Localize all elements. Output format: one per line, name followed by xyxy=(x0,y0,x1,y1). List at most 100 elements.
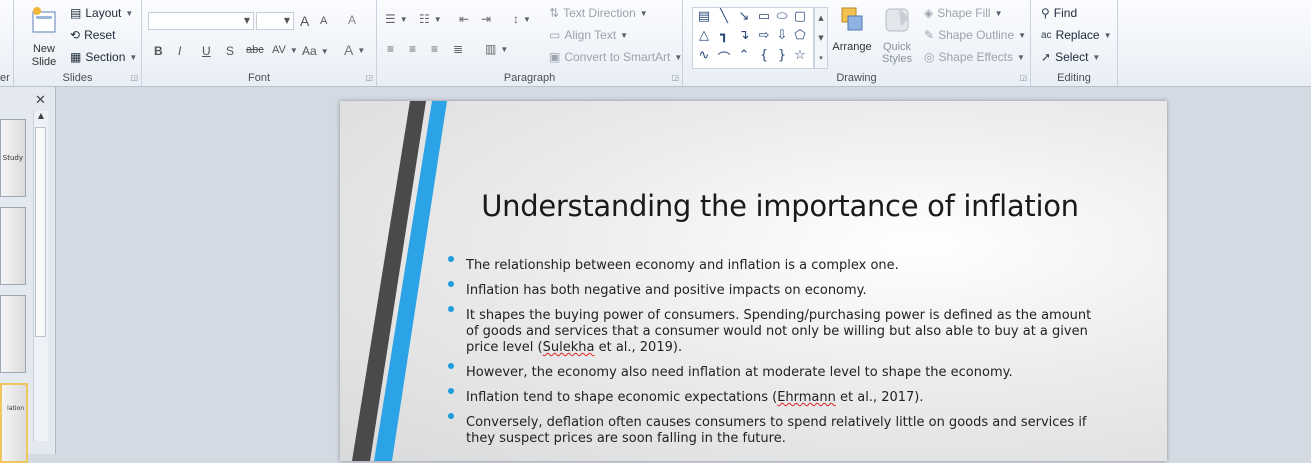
slide-thumbnail-1[interactable]: Study xyxy=(0,119,26,197)
right-arrow-shape-icon[interactable]: ⇨ xyxy=(755,28,773,43)
dialog-launcher-icon[interactable]: ◲ xyxy=(1019,73,1027,82)
right-brace-shape-icon[interactable]: } xyxy=(773,48,791,63)
bullet-list[interactable]: The relationship between economy and inf… xyxy=(448,256,1098,456)
chevron-up-icon[interactable]: ▲ xyxy=(815,8,827,28)
binoculars-icon: ⚲ xyxy=(1041,6,1050,20)
align-text-label: Align Text xyxy=(564,28,617,42)
find-button[interactable]: ⚲ Find xyxy=(1041,6,1077,20)
arrange-icon xyxy=(841,7,863,31)
line-spacing-button[interactable]: ↕ ▼ xyxy=(513,12,531,26)
columns-button[interactable]: ▥ ▼ xyxy=(485,42,508,56)
rounded-rect-shape-icon[interactable]: ▢ xyxy=(791,9,809,24)
new-slide-label: New Slide xyxy=(31,43,57,68)
convert-smartart-button[interactable]: ▣ Convert to SmartArt ▼ xyxy=(549,50,682,64)
curve-shape-icon[interactable]: ∿ xyxy=(695,48,713,63)
scroll-up-icon[interactable]: ▲ xyxy=(34,111,48,120)
grow-font-button[interactable]: A xyxy=(300,13,309,29)
shapes-gallery[interactable]: ▤ ╲ ↘ ▭ ⬭ ▢ △ ┓ ↴ ⇨ ⇩ ⬠ ∿ ⌒ ⌃ { } ☆ xyxy=(692,7,814,69)
triangle-shape-icon[interactable]: △ xyxy=(695,28,713,43)
new-slide-button[interactable]: New Slide xyxy=(24,6,64,69)
shapes-gallery-scroll[interactable]: ▲ ▼ ▾ xyxy=(814,7,828,69)
arc-shape-icon[interactable]: ⌒ xyxy=(715,48,733,67)
chevron-down-icon: ▼ xyxy=(620,30,629,40)
oval-shape-icon[interactable]: ⬭ xyxy=(773,9,791,24)
slide-thumbnail-2[interactable] xyxy=(0,207,26,285)
line-shape-icon[interactable]: ╲ xyxy=(715,9,733,24)
shape-effects-label: Shape Effects xyxy=(938,50,1013,64)
cursor-icon: ➚ xyxy=(1041,50,1052,64)
thumbnail-4-text: lation xyxy=(7,405,24,412)
clear-formatting-icon: A xyxy=(348,13,357,27)
bullet-text: However, the economy also need inflation… xyxy=(466,365,1013,380)
bullets-button[interactable]: ☰ ▼ xyxy=(385,12,408,26)
increase-indent-button[interactable]: ⇥ xyxy=(481,12,491,26)
change-case-button[interactable]: Aa ▼ xyxy=(302,44,329,58)
thumbnails-scrollbar[interactable]: ▲ xyxy=(33,111,48,441)
font-color-icon: A xyxy=(344,42,354,58)
slides-group-label: Slides xyxy=(62,72,93,84)
slide-title[interactable]: Understanding the importance of inflatio… xyxy=(460,189,1100,223)
text-box-shape-icon[interactable]: ▤ xyxy=(695,9,713,24)
select-button[interactable]: ➚ Select ▼ xyxy=(1041,50,1100,64)
layout-button[interactable]: ▤ Layout ▼ xyxy=(70,6,133,20)
decorative-stripes xyxy=(352,101,447,461)
numbering-button[interactable]: ☷ ▼ xyxy=(419,12,442,26)
shape-outline-button[interactable]: ✎ Shape Outline ▼ xyxy=(924,28,1026,42)
reset-button[interactable]: ⟲ Reset xyxy=(70,28,115,42)
star-shape-icon[interactable]: ☆ xyxy=(791,48,809,63)
scrollbar-thumb[interactable] xyxy=(35,127,46,337)
chevron-down-icon: ▼ xyxy=(320,46,329,56)
slide-thumbnail-4-selected[interactable]: lation xyxy=(0,383,28,463)
dialog-launcher-icon[interactable]: ◲ xyxy=(130,73,138,82)
italic-button[interactable]: I xyxy=(178,44,181,58)
quick-styles-button[interactable]: Quick Styles xyxy=(876,4,918,65)
elbow-connector-shape-icon[interactable]: ┓ xyxy=(715,28,733,43)
bold-button[interactable]: B xyxy=(154,44,163,58)
layout-label: Layout xyxy=(85,6,122,20)
font-size-combo[interactable]: ▼ xyxy=(256,12,294,30)
shrink-font-button[interactable]: A xyxy=(320,15,327,27)
arrow-line-shape-icon[interactable]: ↘ xyxy=(735,9,753,24)
elbow-arrow-shape-icon[interactable]: ↴ xyxy=(735,28,753,43)
section-button[interactable]: ▦ Section ▼ xyxy=(70,50,137,64)
down-arrow-shape-icon[interactable]: ⇩ xyxy=(773,28,791,43)
bullet-item: Inflation has both negative and positive… xyxy=(448,281,1098,299)
decrease-indent-button[interactable]: ⇤ xyxy=(459,12,469,26)
clipboard-group-label: er xyxy=(0,72,10,84)
dialog-launcher-icon[interactable]: ◲ xyxy=(671,73,679,82)
character-spacing-button[interactable]: AV ▼ xyxy=(272,44,298,56)
section-icon: ▦ xyxy=(70,50,82,64)
align-left-button[interactable]: ≡ xyxy=(387,42,394,56)
rectangle-shape-icon[interactable]: ▭ xyxy=(755,9,773,24)
replace-button[interactable]: ac Replace ▼ xyxy=(1041,28,1112,42)
editing-group: ⚲ Find ac Replace ▼ ➚ Select ▼ Editing xyxy=(1031,0,1118,86)
font-color-button[interactable]: A ▼ xyxy=(344,42,365,58)
slide-thumbnail-3[interactable] xyxy=(0,295,26,373)
justify-button[interactable]: ≣ xyxy=(453,42,463,56)
slide-thumbnails-panel: ✕ Study lation ▲ xyxy=(0,87,56,463)
underline-button[interactable]: U xyxy=(202,44,211,58)
strikethrough-button[interactable]: abc xyxy=(246,44,264,56)
pentagon-shape-icon[interactable]: ⬠ xyxy=(791,28,809,43)
arrange-button[interactable]: Arrange xyxy=(830,4,874,53)
clear-formatting-button[interactable]: A xyxy=(348,13,356,27)
shape-effects-button[interactable]: ◎ Shape Effects ▼ xyxy=(924,50,1025,64)
more-icon[interactable]: ▾ xyxy=(815,48,827,68)
quick-styles-label: Quick Styles xyxy=(882,41,912,65)
close-panel-icon[interactable]: ✕ xyxy=(35,93,46,108)
text-shadow-button[interactable]: S xyxy=(226,44,234,58)
font-name-combo[interactable]: ▼ xyxy=(148,12,254,30)
text-direction-button[interactable]: ⇅ Text Direction ▼ xyxy=(549,6,648,20)
align-center-button[interactable]: ≡ xyxy=(409,42,416,56)
align-right-button[interactable]: ≡ xyxy=(431,42,438,56)
freeform-shape-icon[interactable]: ⌃ xyxy=(735,48,753,63)
align-text-button[interactable]: ▭ Align Text ▼ xyxy=(549,28,628,42)
line-spacing-icon: ↕ xyxy=(513,12,519,26)
slide-canvas[interactable]: Understanding the importance of inflatio… xyxy=(340,101,1167,461)
dialog-launcher-icon[interactable]: ◲ xyxy=(365,73,373,82)
chevron-down-icon[interactable]: ▼ xyxy=(815,28,827,48)
left-brace-shape-icon[interactable]: { xyxy=(755,48,773,63)
paragraph-group-label: Paragraph xyxy=(503,72,556,84)
shape-fill-button[interactable]: ◈ Shape Fill ▼ xyxy=(924,6,1003,20)
arrange-label: Arrange xyxy=(832,41,872,53)
